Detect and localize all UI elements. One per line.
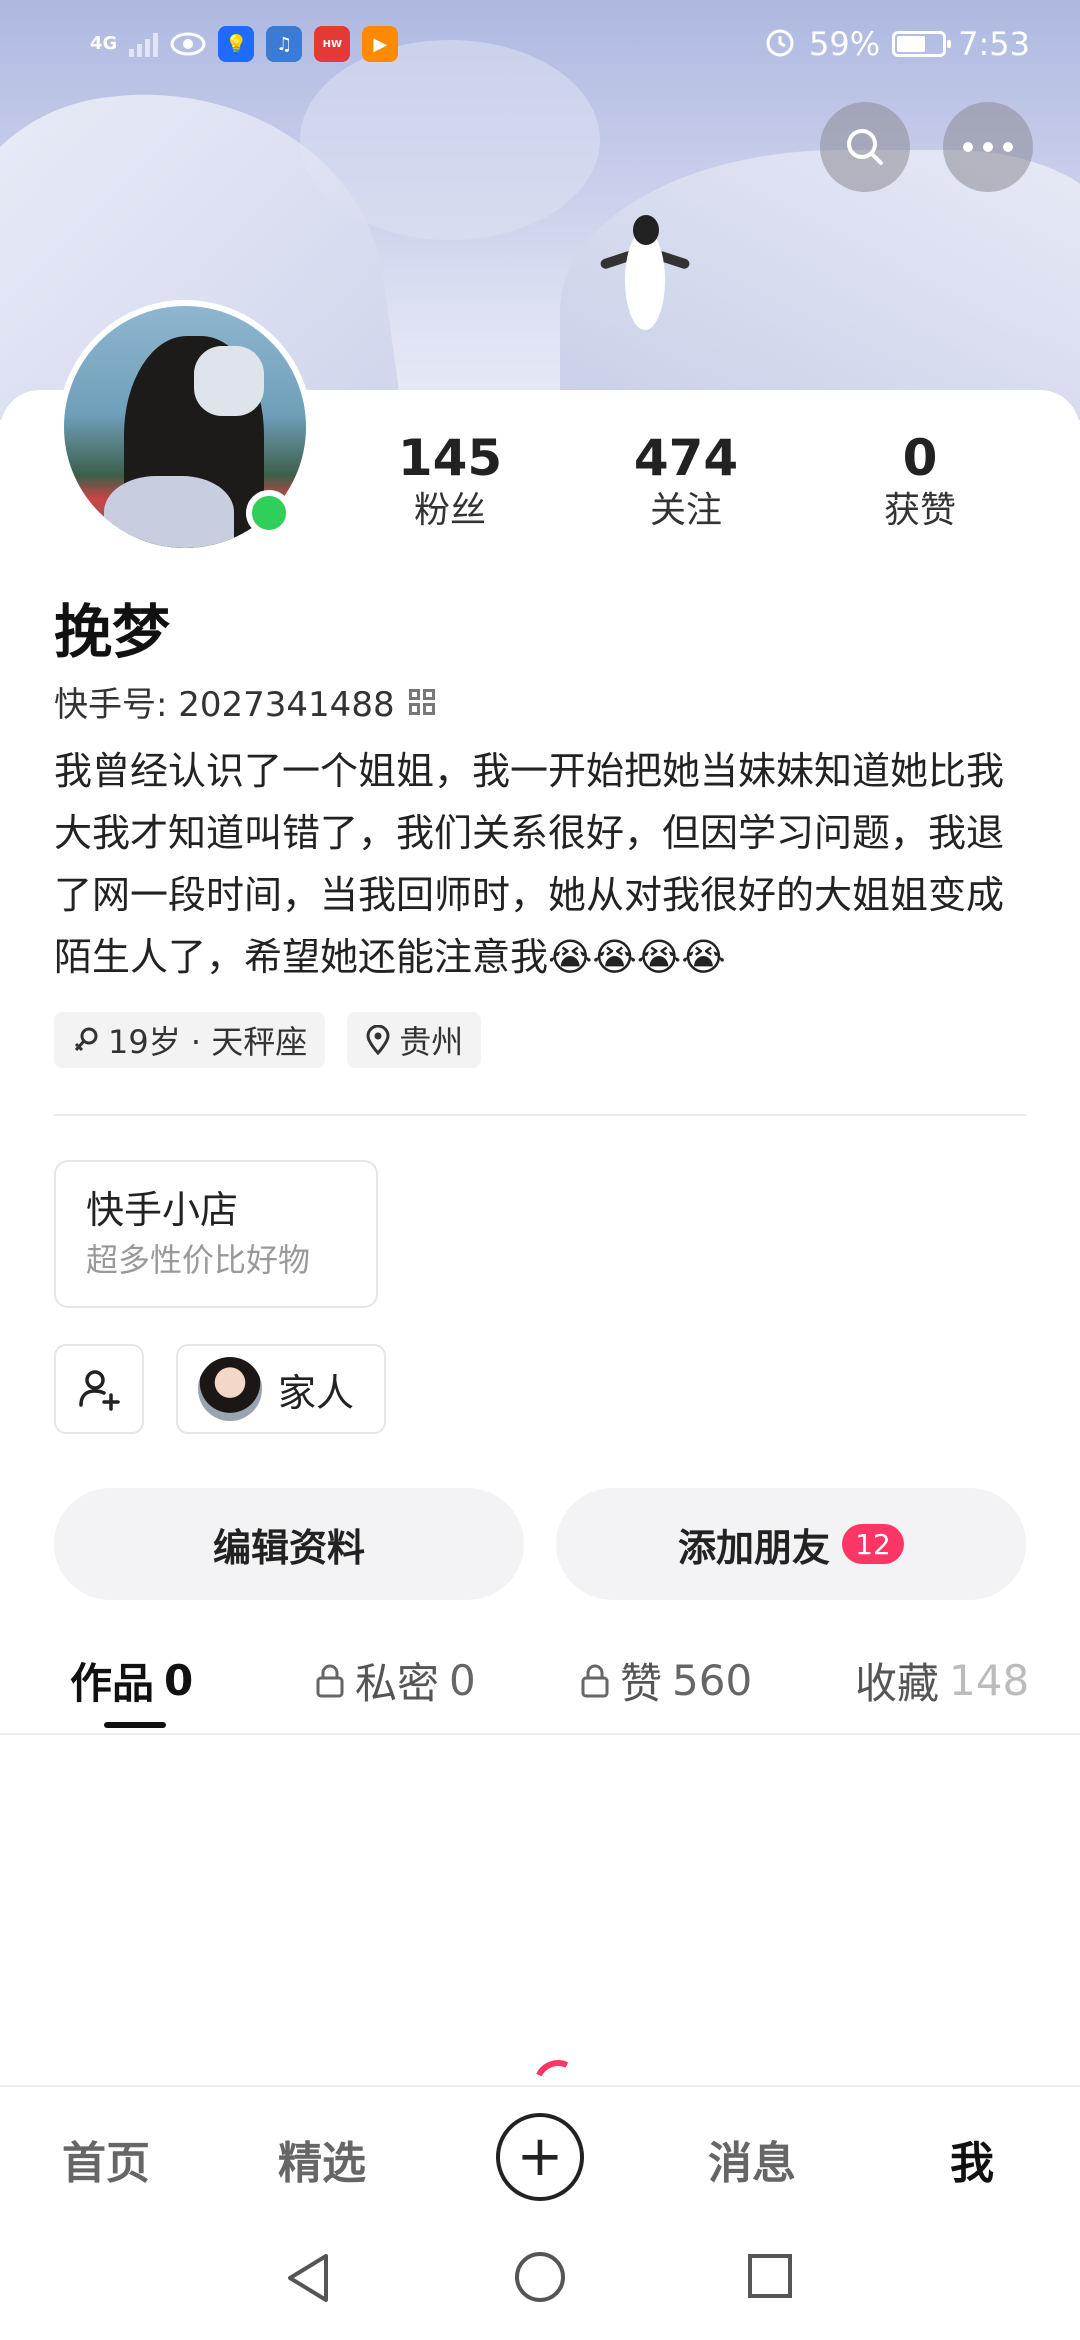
stat-followers[interactable]: 145 粉丝 bbox=[360, 428, 540, 534]
lock-icon bbox=[581, 1664, 609, 1697]
age-tag: 19岁 · 天秤座 bbox=[54, 1012, 326, 1068]
play-icon: ▶ bbox=[362, 26, 399, 62]
content-tabs: 作品 0 私密 0 赞 560 收藏 148 bbox=[0, 1640, 1080, 1736]
shop-subtitle: 超多性价比好物 bbox=[86, 1241, 311, 1279]
notification-badge: 12 bbox=[842, 1524, 904, 1564]
tab-private[interactable]: 私密 0 bbox=[315, 1650, 476, 1711]
tab-label: 私密 bbox=[355, 1659, 440, 1708]
active-tab-indicator bbox=[104, 1722, 166, 1728]
tab-favorites[interactable]: 收藏 148 bbox=[855, 1650, 1029, 1711]
family-label: 家人 bbox=[278, 1370, 355, 1415]
add-friend-button[interactable]: 添加朋友 12 bbox=[556, 1488, 1026, 1600]
music-icon: ♫ bbox=[266, 26, 303, 62]
search-icon bbox=[847, 129, 883, 165]
back-icon[interactable] bbox=[284, 2252, 334, 2304]
search-button[interactable] bbox=[820, 102, 910, 192]
tab-label: 赞 bbox=[620, 1659, 663, 1708]
create-post-button[interactable]: + bbox=[496, 2113, 584, 2201]
shop-title: 快手小店 bbox=[86, 1188, 239, 1232]
penguin-illustration bbox=[599, 210, 691, 340]
location-tag-text: 贵州 bbox=[399, 1023, 464, 1061]
bio-text: 我曾经认识了一个姐姐，我一开始把她当妹妹知道她比我大我才知道叫错了，我们关系很好… bbox=[54, 749, 1005, 979]
plus-icon: + bbox=[516, 2124, 564, 2189]
family-avatar bbox=[198, 1357, 262, 1421]
stat-number: 145 bbox=[397, 429, 503, 487]
female-icon bbox=[74, 1027, 98, 1052]
nav-featured[interactable]: 精选 bbox=[278, 2127, 366, 2191]
stat-following[interactable]: 474 关注 bbox=[596, 428, 776, 534]
recent-apps-icon[interactable] bbox=[748, 2254, 792, 2298]
tab-label: 收藏 bbox=[855, 1659, 940, 1708]
profile-tags: 19岁 · 天秤座 贵州 bbox=[54, 1012, 482, 1068]
online-status-dot bbox=[246, 490, 292, 536]
section-divider bbox=[54, 1114, 1026, 1116]
username: 挽梦 bbox=[54, 598, 171, 666]
tab-likes[interactable]: 赞 560 bbox=[580, 1650, 752, 1711]
stat-label: 获赞 bbox=[883, 490, 956, 531]
lock-icon bbox=[316, 1664, 344, 1697]
system-navigation-bar bbox=[0, 2222, 1080, 2340]
huawei-icon: HW bbox=[314, 26, 351, 62]
bottom-navigation: 首页 精选 + 消息 我 bbox=[0, 2085, 1080, 2220]
stat-label: 粉丝 bbox=[413, 490, 486, 531]
nav-messages[interactable]: 消息 bbox=[708, 2127, 796, 2191]
status-bar: 4G 💡 ♫ HW ▶ 59% 7:53 bbox=[0, 0, 1080, 88]
clock: 7:53 bbox=[958, 25, 1030, 63]
more-icon bbox=[963, 142, 1013, 152]
tab-count: 560 bbox=[672, 1656, 753, 1705]
kuaishou-shop-card[interactable]: 快手小店 超多性价比好物 bbox=[54, 1160, 378, 1308]
age-tag-text: 19岁 · 天秤座 bbox=[108, 1023, 308, 1061]
stat-number: 474 bbox=[633, 429, 739, 487]
network-type: 4G bbox=[90, 33, 118, 54]
add-person-icon bbox=[79, 1370, 120, 1411]
nav-me[interactable]: 我 bbox=[950, 2127, 994, 2191]
add-person-button[interactable] bbox=[54, 1344, 144, 1434]
home-icon[interactable] bbox=[515, 2252, 565, 2302]
stat-label: 关注 bbox=[649, 490, 722, 531]
qr-code-icon[interactable] bbox=[408, 688, 435, 715]
edit-profile-label: 编辑资料 bbox=[212, 1525, 365, 1570]
tab-count: 148 bbox=[949, 1656, 1030, 1705]
kuaishou-id[interactable]: 快手号: 2027341488 bbox=[54, 677, 435, 726]
battery-percent: 59% bbox=[809, 25, 881, 63]
tab-works[interactable]: 作品 0 bbox=[70, 1650, 193, 1711]
location-tag: 贵州 bbox=[347, 1012, 482, 1068]
battery-icon bbox=[892, 31, 952, 57]
edit-profile-button[interactable]: 编辑资料 bbox=[54, 1488, 524, 1600]
location-icon bbox=[366, 1025, 390, 1055]
add-friend-label: 添加朋友 bbox=[677, 1525, 830, 1570]
tabs-divider bbox=[0, 1733, 1080, 1735]
eye-icon bbox=[170, 26, 206, 62]
family-button[interactable]: 家人 bbox=[176, 1344, 386, 1434]
nav-home[interactable]: 首页 bbox=[62, 2127, 150, 2191]
tab-count: 0 bbox=[164, 1656, 194, 1705]
kuaishou-id-text: 快手号: 2027341488 bbox=[54, 685, 395, 725]
bulb-icon: 💡 bbox=[218, 26, 255, 62]
stat-number: 0 bbox=[902, 429, 938, 487]
alarm-icon bbox=[763, 25, 797, 63]
signal-icon bbox=[129, 31, 159, 57]
tab-label: 作品 bbox=[70, 1659, 155, 1708]
tab-count: 0 bbox=[449, 1656, 476, 1705]
stat-likes[interactable]: 0 获赞 bbox=[830, 428, 1010, 534]
more-button[interactable] bbox=[943, 102, 1033, 192]
